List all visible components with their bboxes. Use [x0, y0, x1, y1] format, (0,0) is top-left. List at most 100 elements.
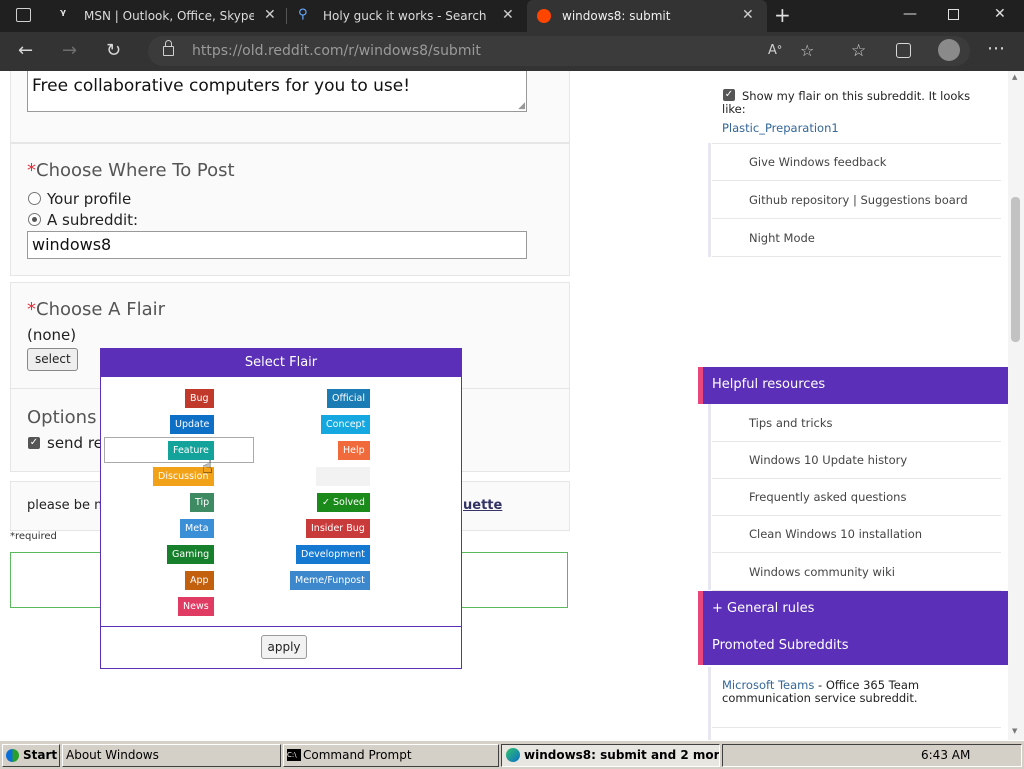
- tab-reddit-submit[interactable]: windows8: submit ✕: [527, 0, 767, 32]
- flair-option[interactable]: Meta: [180, 519, 214, 538]
- taskbar-item-label: Command Prompt: [303, 748, 412, 762]
- radio-subreddit-label: A subreddit:: [47, 211, 139, 229]
- tab-title: Holy guck it works - Search: [323, 9, 487, 23]
- forward-icon[interactable]: →: [62, 40, 77, 61]
- helpful-resources-header: Helpful resources: [698, 367, 1008, 404]
- show-flair-label: Show my flair on this subreddit. It look…: [722, 89, 971, 116]
- radio-subreddit[interactable]: [28, 213, 41, 226]
- resize-grip-icon[interactable]: ◢: [518, 101, 525, 111]
- flair-dialog-title: Select Flair: [101, 349, 461, 377]
- flair-option[interactable]: Tip: [190, 493, 215, 512]
- close-tab-icon[interactable]: ✕: [264, 7, 276, 23]
- sidebar-border-top: [708, 143, 711, 257]
- clean-install-link[interactable]: Clean Windows 10 installation: [712, 516, 1001, 553]
- taskbar-item-label: About Windows: [66, 748, 159, 762]
- taskbar-item-about-windows[interactable]: About Windows: [62, 744, 281, 767]
- taskbar-item-label: windows8: submit and 2 more pa...: [524, 748, 720, 762]
- choose-flair-heading: *Choose A Flair: [27, 299, 165, 320]
- close-tab-icon[interactable]: ✕: [502, 7, 514, 23]
- tab-title: MSN | Outlook, Office, Skype, Bi: [84, 9, 254, 23]
- profile-avatar[interactable]: [938, 39, 960, 61]
- msn-icon: ᵞ: [60, 7, 67, 23]
- scroll-up-icon[interactable]: ▲: [1012, 73, 1017, 81]
- select-button-label: select: [35, 352, 71, 366]
- radio-profile-label: Your profile: [47, 190, 132, 208]
- send-replies-label: send re: [47, 434, 103, 452]
- flair-option[interactable]: Update: [170, 415, 215, 434]
- send-replies-checkbox[interactable]: ✓: [28, 437, 40, 449]
- refresh-icon[interactable]: ↻: [106, 40, 121, 61]
- tips-link[interactable]: Tips and tricks: [712, 405, 1001, 442]
- read-aloud-icon[interactable]: Aᐤ: [768, 43, 782, 58]
- scroll-down-icon[interactable]: ▼: [1012, 727, 1017, 735]
- flair-option[interactable]: Concept: [321, 415, 371, 434]
- tab-search[interactable]: ⚲ Holy guck it works - Search ✕: [288, 0, 526, 32]
- apply-button[interactable]: apply: [261, 635, 307, 659]
- subreddit-value: windows8: [32, 235, 112, 254]
- collections-icon[interactable]: [896, 43, 911, 58]
- url-path: /r/windows8/submit: [343, 43, 481, 59]
- close-tab-icon[interactable]: ✕: [742, 7, 754, 23]
- clock[interactable]: 6:43 AM: [921, 745, 970, 766]
- sidebar-border-promoted: [708, 667, 711, 740]
- flair-option[interactable]: Meme/Funpost: [290, 571, 370, 590]
- reddit-icon: [537, 9, 551, 23]
- restore-icon[interactable]: [948, 9, 959, 20]
- flair-option[interactable]: Gaming: [167, 545, 215, 564]
- give-feedback-link[interactable]: Give Windows feedback: [712, 144, 1001, 181]
- vertical-scrollbar[interactable]: ▲ ▼: [1008, 71, 1024, 740]
- start-button[interactable]: Start: [2, 744, 60, 767]
- tab-actions-icon[interactable]: [16, 8, 31, 22]
- flair-option[interactable]: ✓ Solved: [317, 493, 370, 512]
- github-link[interactable]: Github repository | Suggestions board: [712, 182, 1001, 219]
- choose-where-heading: *Choose Where To Post: [27, 160, 235, 181]
- community-wiki-link[interactable]: Windows community wiki: [712, 554, 1001, 591]
- tab-msn[interactable]: ᵞ MSN | Outlook, Office, Skype, Bi ✕: [48, 0, 286, 32]
- user-flair-name: Plastic_Preparation1: [722, 121, 839, 135]
- taskbar-item-edge[interactable]: windows8: submit and 2 more pa...: [501, 744, 720, 767]
- flair-option[interactable]: News: [178, 597, 214, 616]
- minimize-icon[interactable]: —: [903, 6, 917, 22]
- flair-option[interactable]: [316, 467, 370, 486]
- flair-option[interactable]: Official: [327, 389, 370, 408]
- edge-icon: [506, 748, 520, 762]
- flair-option[interactable]: Insider Bug: [306, 519, 370, 538]
- new-tab-button[interactable]: +: [774, 3, 791, 27]
- lock-icon: [163, 46, 174, 56]
- title-textarea[interactable]: Free collaborative computers for you to …: [27, 71, 527, 112]
- taskbar-item-command-prompt[interactable]: C:\ Command Prompt: [283, 744, 499, 767]
- faq-link[interactable]: Frequently asked questions: [712, 479, 1001, 516]
- update-history-link[interactable]: Windows 10 Update history: [712, 442, 1001, 479]
- close-window-icon[interactable]: ✕: [994, 6, 1006, 22]
- promoted-subreddit-link[interactable]: Microsoft Teams: [722, 678, 814, 692]
- more-menu-icon[interactable]: ⋯: [987, 38, 1005, 59]
- url-text: https://old.reddit.com/r/windows8/submit: [192, 43, 481, 59]
- flair-option[interactable]: Help: [338, 441, 370, 460]
- start-label: Start: [23, 748, 58, 762]
- choose-where-panel: *Choose Where To Post Your profile A sub…: [10, 143, 570, 276]
- radio-profile[interactable]: [28, 192, 41, 205]
- browser-tab-bar: ᵞ MSN | Outlook, Office, Skype, Bi ✕ ⚲ H…: [0, 0, 1024, 32]
- select-flair-button[interactable]: select: [27, 348, 78, 371]
- general-rules-header[interactable]: + General rules Promoted Subreddits: [698, 591, 1008, 665]
- night-mode-link[interactable]: Night Mode: [712, 220, 1001, 257]
- tab-separator: [286, 8, 287, 24]
- flair-option[interactable]: Bug: [185, 389, 214, 408]
- back-icon[interactable]: ←: [18, 40, 33, 61]
- etiquette-period: .: [497, 498, 502, 513]
- add-favorite-icon[interactable]: ☆: [800, 41, 814, 60]
- flair-option[interactable]: Development: [296, 545, 370, 564]
- bing-search-icon: ⚲: [298, 7, 308, 22]
- flair-hover-outline: [104, 437, 254, 463]
- required-note: *required: [10, 531, 57, 542]
- windows-logo-icon: [6, 749, 19, 762]
- flair-dialog-divider: [101, 626, 461, 627]
- address-bar[interactable]: https://old.reddit.com/r/windows8/submit…: [148, 36, 970, 66]
- subreddit-input[interactable]: windows8: [27, 231, 527, 259]
- flair-option[interactable]: App: [185, 571, 214, 590]
- options-heading: Options: [27, 407, 97, 428]
- scrollbar-thumb[interactable]: [1011, 197, 1020, 342]
- lock-shackle: [165, 40, 172, 47]
- favorites-icon[interactable]: ☆: [851, 41, 866, 61]
- taskbar: Start About Windows C:\ Command Prompt w…: [0, 740, 1024, 769]
